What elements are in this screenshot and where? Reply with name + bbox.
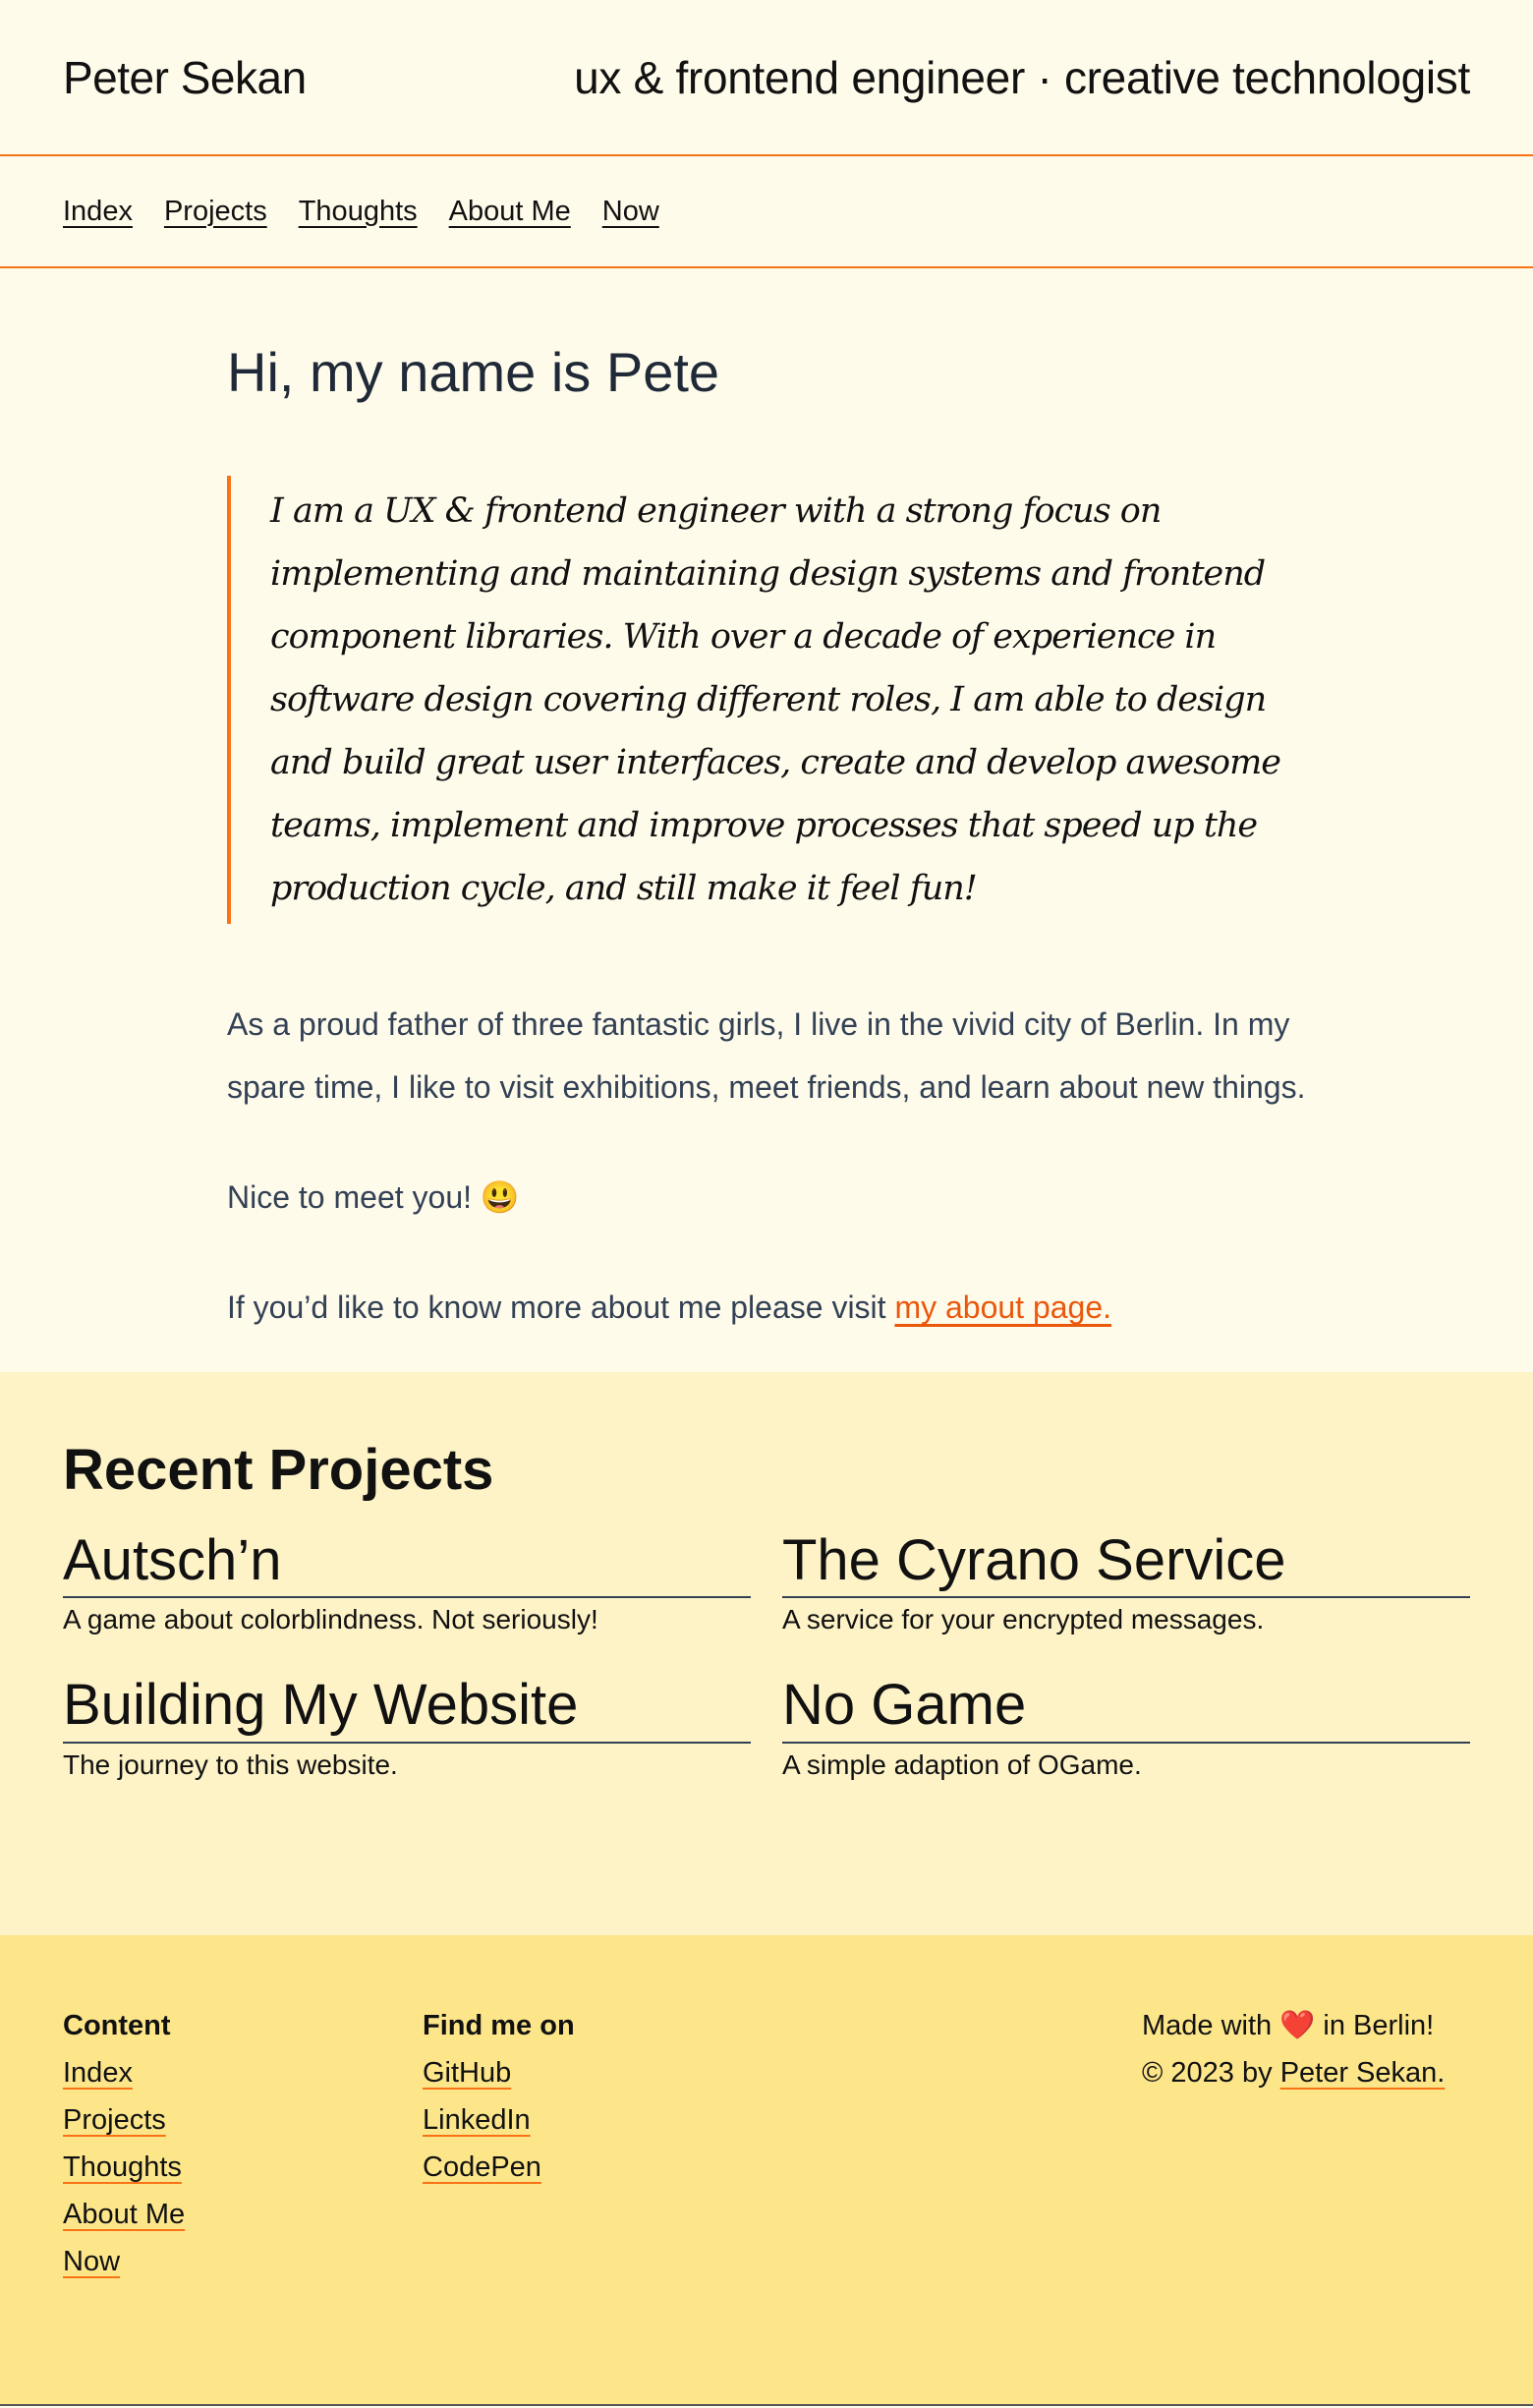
made-with-text: Made with ❤️ in Berlin! [1142, 2002, 1445, 2049]
nav-link-now[interactable]: Now [602, 196, 659, 228]
project-title-link[interactable]: Building My Website [63, 1671, 751, 1744]
site-header: Peter Sekan ux & frontend engineer · cre… [0, 0, 1533, 156]
page-title: Hi, my name is Pete [227, 341, 720, 403]
about-paragraph-text: If you’d like to know more about me plea… [227, 1290, 895, 1326]
projects-grid: Autsch’n A game about colorblindness. No… [63, 1526, 1470, 1781]
footer-link-codepen[interactable]: CodePen [423, 2144, 541, 2191]
site-footer: Content Index Projects Thoughts About Me… [0, 1935, 1533, 2406]
copyright-text: © 2023 by Peter Sekan. [1142, 2049, 1445, 2096]
footer-content-column: Content Index Projects Thoughts About Me… [63, 2002, 185, 2285]
project-card: The Cyrano Service A service for your en… [782, 1526, 1470, 1636]
site-brand-link[interactable]: Peter Sekan [63, 51, 307, 104]
nav-link-about-me[interactable]: About Me [449, 196, 571, 228]
footer-find-heading: Find me on [423, 2010, 575, 2041]
greeting-paragraph: Nice to meet you! 😃 [227, 1179, 520, 1216]
made-with-suffix: in Berlin! [1315, 2010, 1435, 2041]
footer-link-about-me[interactable]: About Me [63, 2191, 185, 2238]
nav-link-projects[interactable]: Projects [164, 196, 267, 228]
main-nav: Index Projects Thoughts About Me Now [0, 156, 1533, 268]
project-description: The journey to this website. [63, 1749, 398, 1780]
project-description: A service for your encrypted messages. [782, 1604, 1265, 1635]
main-content: Hi, my name is Pete I am a UX & frontend… [0, 339, 1347, 1339]
project-title-link[interactable]: No Game [782, 1671, 1470, 1744]
project-description: A game about colorblindness. Not serious… [63, 1604, 598, 1635]
about-page-link[interactable]: my about page. [894, 1290, 1111, 1325]
footer-content-heading: Content [63, 2010, 171, 2041]
nav-link-thoughts[interactable]: Thoughts [299, 196, 418, 228]
project-card: Building My Website The journey to this … [63, 1671, 751, 1781]
copyright-prefix: © 2023 by [1142, 2057, 1280, 2089]
recent-projects-heading: Recent Projects [63, 1438, 494, 1502]
footer-credits-column: Made with ❤️ in Berlin! © 2023 by Peter … [1142, 2002, 1445, 2096]
project-title-link[interactable]: Autsch’n [63, 1526, 751, 1599]
recent-projects-section: Recent Projects Autsch’n A game about co… [0, 1372, 1533, 1935]
footer-link-thoughts[interactable]: Thoughts [63, 2144, 182, 2191]
footer-link-linkedin[interactable]: LinkedIn [423, 2096, 531, 2144]
footer-link-index[interactable]: Index [63, 2049, 133, 2096]
about-paragraph: If you’d like to know more about me plea… [227, 1276, 1308, 1339]
project-card: Autsch’n A game about colorblindness. No… [63, 1526, 751, 1636]
footer-social-column: Find me on GitHub LinkedIn CodePen [423, 2002, 575, 2191]
footer-link-projects[interactable]: Projects [63, 2096, 166, 2144]
copyright-author-link[interactable]: Peter Sekan. [1280, 2057, 1446, 2089]
intro-quote: I am a UX & frontend engineer with a str… [227, 476, 1332, 925]
made-with-prefix: Made with [1142, 2010, 1280, 2041]
project-description: A simple adaption of OGame. [782, 1749, 1142, 1780]
project-title-link[interactable]: The Cyrano Service [782, 1526, 1470, 1599]
footer-link-github[interactable]: GitHub [423, 2049, 511, 2096]
nav-link-index[interactable]: Index [63, 196, 133, 228]
footer-link-now[interactable]: Now [63, 2238, 120, 2285]
site-tagline: ux & frontend engineer · creative techno… [574, 51, 1470, 103]
project-card: No Game A simple adaption of OGame. [782, 1671, 1470, 1781]
family-paragraph: As a proud father of three fantastic gir… [227, 1006, 1306, 1106]
heart-icon: ❤️ [1279, 2010, 1316, 2041]
